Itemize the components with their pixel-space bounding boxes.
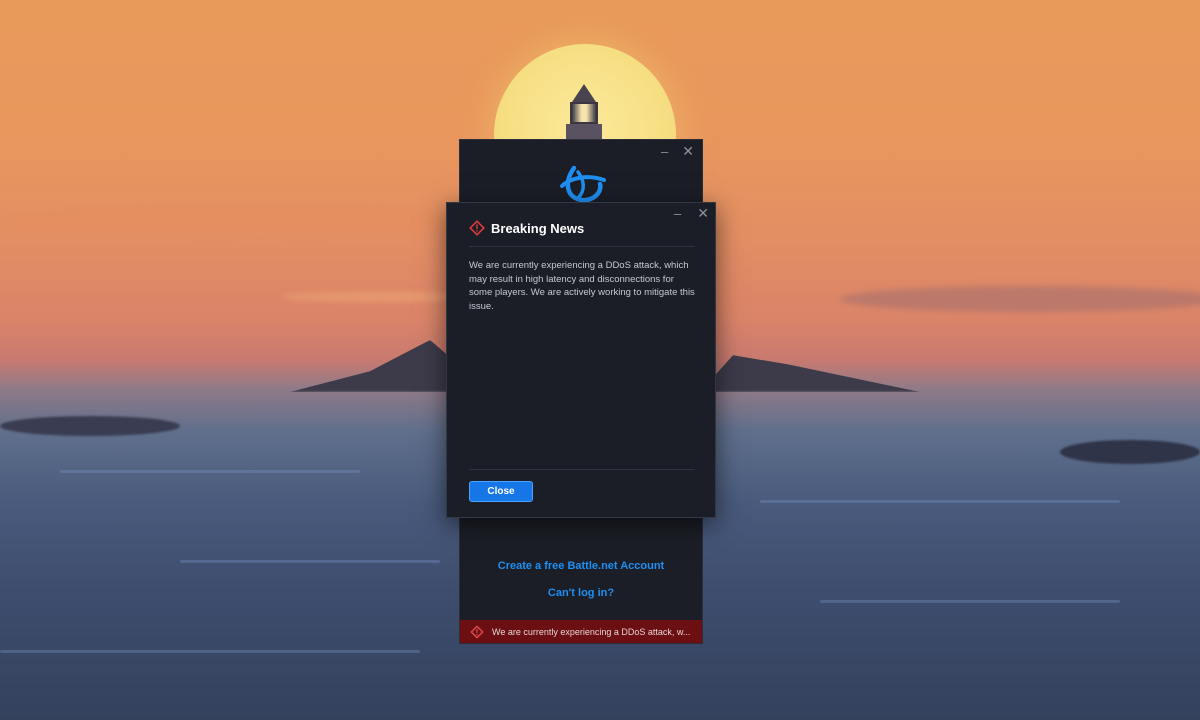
close-button[interactable]: Close [469, 481, 533, 502]
dialog-window-controls: – ✕ [674, 206, 709, 220]
battlenet-logo-icon [560, 165, 606, 203]
launcher-window-controls: – ✕ [661, 144, 694, 158]
lighthouse-roof [572, 84, 596, 102]
create-account-link[interactable]: Create a free Battle.net Account [460, 560, 702, 572]
water-ripple [0, 650, 420, 653]
water-ripple [180, 560, 440, 563]
dialog-header: Breaking News [469, 220, 584, 236]
close-icon[interactable]: ✕ [697, 206, 709, 220]
dialog-title: Breaking News [491, 220, 585, 236]
lighthouse-lamp [570, 102, 598, 124]
cloud-graphic [0, 208, 520, 234]
lighthouse-graphic [560, 76, 610, 146]
water-ripple [60, 470, 360, 473]
island-graphic [700, 355, 920, 392]
dialog-message: We are currently experiencing a DDoS att… [469, 260, 695, 312]
news-banner-text: We are currently experiencing a DDoS att… [492, 626, 691, 637]
water-ripple [760, 500, 1120, 503]
cloud-graphic [840, 286, 1200, 312]
close-icon[interactable]: ✕ [682, 144, 694, 158]
cant-log-in-link[interactable]: Can't log in? [460, 587, 702, 599]
breaking-news-dialog: – ✕ Breaking News We are currently exper… [446, 202, 716, 518]
island-graphic [1060, 440, 1200, 464]
divider [469, 246, 695, 247]
water-ripple [820, 600, 1120, 603]
alert-diamond-icon [470, 624, 484, 639]
minimize-icon[interactable]: – [661, 145, 668, 158]
alert-diamond-icon [469, 220, 485, 236]
minimize-icon[interactable]: – [674, 207, 681, 220]
divider [469, 469, 695, 470]
island-graphic [0, 416, 180, 436]
news-banner[interactable]: We are currently experiencing a DDoS att… [460, 620, 702, 643]
